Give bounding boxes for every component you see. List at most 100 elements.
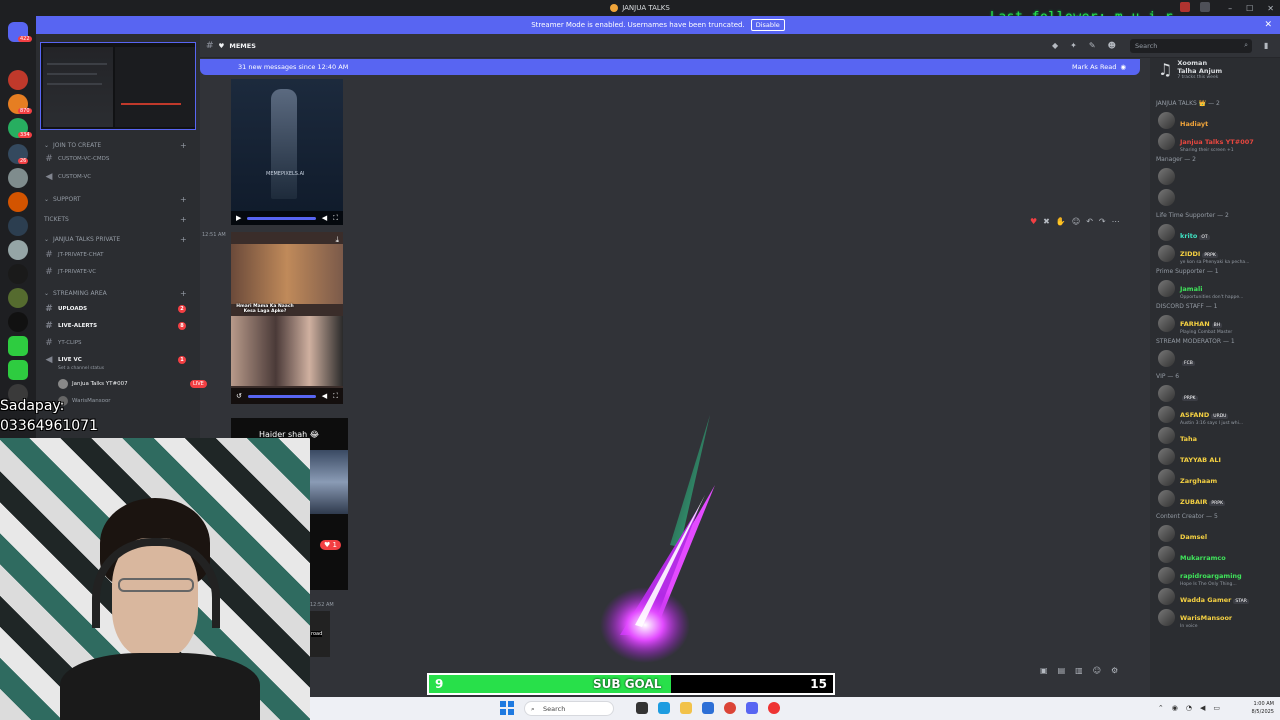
server-icon[interactable] xyxy=(8,312,28,332)
heart-reaction-icon[interactable]: ♥ xyxy=(1030,217,1037,226)
disable-streamer-mode-button[interactable]: Disable xyxy=(750,19,785,31)
member-row[interactable]: ASFAND URDU Austin 3:16 says I just whi... xyxy=(1158,405,1278,426)
close-button[interactable]: ✕ xyxy=(1267,4,1274,13)
add-channel-icon[interactable]: + xyxy=(180,195,187,204)
channel-custom-vc[interactable]: ◀ CUSTOM-VC xyxy=(44,172,92,182)
member-row[interactable]: PRPK xyxy=(1158,384,1278,402)
member-row[interactable]: ♫ Xooman Talha Anjum 7 tracks this week xyxy=(1158,59,1278,80)
minimize-button[interactable]: – xyxy=(1228,4,1232,13)
member-row[interactable]: Hadiayt xyxy=(1158,111,1278,129)
discord-icon[interactable] xyxy=(746,702,758,714)
maximize-button[interactable]: ☐ xyxy=(1246,4,1253,13)
taskbar-search-input[interactable]: ⌕ Search xyxy=(524,701,614,716)
fullscreen-icon[interactable]: ⛶ xyxy=(333,214,338,223)
forward-icon[interactable]: ↷ xyxy=(1099,217,1106,226)
add-channel-icon[interactable]: + xyxy=(180,215,187,224)
channel-jt-private-chat[interactable]: # JT-PRIVATE-CHAT xyxy=(44,250,103,260)
reply-icon[interactable]: ↶ xyxy=(1086,217,1093,226)
member-row[interactable]: rapidroargaming Hope Is The Only Thing... xyxy=(1158,566,1278,587)
replay-icon[interactable]: ↺ xyxy=(236,392,242,400)
progress-track[interactable] xyxy=(247,216,316,220)
member-row[interactable]: ZIDDI PRPK ye kon sa Phenyaki ka pecha... xyxy=(1158,244,1278,265)
category-support[interactable]: ⌄ SUPPORT + xyxy=(44,195,187,204)
windows-start-icon[interactable] xyxy=(500,701,514,715)
pin-icon[interactable]: ✎ xyxy=(1089,41,1096,50)
volume-icon[interactable]: ◀ xyxy=(1200,704,1205,712)
edge-icon[interactable] xyxy=(658,702,670,714)
add-reaction-icon[interactable]: ☺ xyxy=(1072,217,1080,226)
members-icon[interactable]: ☻ xyxy=(1108,41,1116,50)
banner-close-icon[interactable]: ✕ xyxy=(1264,20,1272,30)
new-messages-bar[interactable]: 31 new messages since 12:40 AM Mark As R… xyxy=(200,59,1140,75)
chrome-icon[interactable] xyxy=(724,702,736,714)
category-streaming-area[interactable]: ⌄ STREAMING AREA + xyxy=(44,289,187,298)
member-row[interactable]: Wadda Gamer STAR xyxy=(1158,587,1278,605)
mark-as-read-button[interactable]: Mark As Read ◉ xyxy=(1072,63,1126,71)
server-icon[interactable] xyxy=(8,336,28,356)
member-row[interactable]: krito OT xyxy=(1158,223,1278,241)
fullscreen-icon[interactable]: ⛶ xyxy=(333,392,338,401)
reel-attachment-small[interactable]: road xyxy=(310,611,330,657)
chevron-up-icon[interactable]: ⌃ xyxy=(1158,704,1164,712)
volume-icon[interactable]: ◀ xyxy=(322,392,327,400)
channel-custom-vc-cmds[interactable]: # CUSTOM-VC-CMDS xyxy=(44,154,109,164)
wifi-icon[interactable]: ◔ xyxy=(1186,704,1192,712)
add-channel-icon[interactable]: + xyxy=(180,235,187,244)
screen-share-preview[interactable] xyxy=(40,42,196,130)
help-icon[interactable] xyxy=(1200,2,1210,12)
gif-icon[interactable]: ▤ xyxy=(1058,666,1066,675)
inbox-icon[interactable]: ▮ xyxy=(1264,41,1268,50)
member-row[interactable] xyxy=(1158,188,1278,206)
member-row[interactable]: Taha xyxy=(1158,426,1278,444)
task-view-icon[interactable] xyxy=(636,702,648,714)
member-row[interactable] xyxy=(1158,167,1278,185)
member-row[interactable]: ZUBAIR PRPK xyxy=(1158,489,1278,507)
channel-status[interactable]: Set a channel status xyxy=(58,366,104,371)
play-icon[interactable]: ▶ xyxy=(236,214,241,222)
emoji-icon[interactable]: ☺ xyxy=(1093,666,1101,675)
add-channel-icon[interactable]: + xyxy=(180,141,187,150)
channel-live-alerts[interactable]: # LIVE-ALERTS 8 xyxy=(44,321,186,331)
member-row[interactable]: TAYYAB ALI xyxy=(1158,447,1278,465)
notification-icon[interactable]: ✦ xyxy=(1070,41,1077,50)
channel-jt-private-vc[interactable]: # JT-PRIVATE-VC xyxy=(44,267,96,277)
server-icon[interactable] xyxy=(8,216,28,236)
video-attachment[interactable]: MEMEPIXELS.AI ▶ ◀ ⛶ xyxy=(231,79,343,225)
channel-yt-clips[interactable]: # YT-CLIPS xyxy=(44,338,81,348)
server-icon[interactable] xyxy=(8,288,28,308)
member-row[interactable]: FCB xyxy=(1158,349,1278,367)
voice-user-janjua[interactable]: Janjua Talks YT#007 LIVE xyxy=(58,379,207,389)
server-icon[interactable] xyxy=(8,168,28,188)
store-icon[interactable] xyxy=(702,702,714,714)
member-row[interactable]: WarisMansoor In voice xyxy=(1158,608,1278,629)
category-join-to-create[interactable]: ⌄ JOIN TO CREATE + xyxy=(44,141,187,150)
server-icon[interactable] xyxy=(8,240,28,260)
channel-live-vc[interactable]: ◀ LIVE VC 1 xyxy=(44,355,186,365)
server-icon[interactable] xyxy=(8,360,28,380)
thumbs-up-icon[interactable]: ✋ xyxy=(1056,217,1066,226)
battery-icon[interactable]: ▭ xyxy=(1213,704,1220,712)
member-row[interactable]: Damsel xyxy=(1158,524,1278,542)
app-icon[interactable] xyxy=(768,702,780,714)
clock[interactable]: 1:00 AM 8/5/2025 xyxy=(1252,700,1274,716)
server-icon[interactable] xyxy=(8,264,28,284)
more-icon[interactable]: ⋯ xyxy=(1112,217,1120,226)
member-row[interactable]: Mukarramco xyxy=(1158,545,1278,563)
member-row[interactable]: FARHAN BH Playing Combat Master xyxy=(1158,314,1278,335)
threads-icon[interactable]: ◆ xyxy=(1052,41,1058,50)
network-icon[interactable]: ◉ xyxy=(1172,704,1178,712)
search-input[interactable]: Search ⌕ xyxy=(1130,38,1252,53)
category-tickets[interactable]: TICKETS + xyxy=(44,215,187,224)
meme-video-attachment[interactable]: ⤓ Hmari Mama Ka Naach Kesa Laga Apko? Or… xyxy=(231,232,343,404)
progress-track[interactable] xyxy=(247,394,316,398)
file-explorer-icon[interactable] xyxy=(680,702,692,714)
sticker-icon[interactable]: ▥ xyxy=(1075,666,1083,675)
apps-icon[interactable]: ⚙ xyxy=(1111,666,1118,675)
volume-icon[interactable]: ◀ xyxy=(322,214,327,222)
server-icon[interactable] xyxy=(8,192,28,212)
member-row[interactable]: Janjua Talks YT#007 Sharing their screen … xyxy=(1158,132,1278,153)
member-row[interactable]: Jamali Opportunities don't happe... xyxy=(1158,279,1278,300)
channel-uploads[interactable]: # UPLOADS 2 xyxy=(44,304,186,314)
add-channel-icon[interactable]: + xyxy=(180,289,187,298)
inbox-icon[interactable] xyxy=(1180,2,1190,12)
